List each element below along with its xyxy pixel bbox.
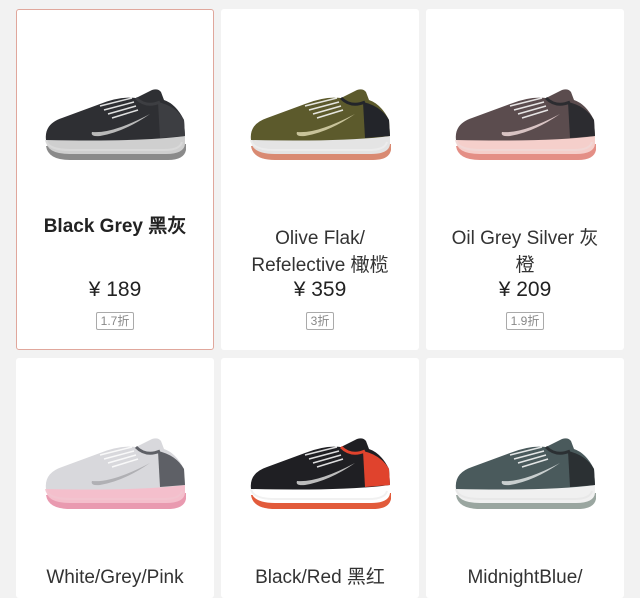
product-price: ¥ 189 [88, 278, 142, 301]
shoe-image [222, 429, 418, 539]
shoe-image [17, 80, 213, 190]
product-card-6[interactable]: MidnightBlue/ [426, 358, 624, 598]
shoe-icon [250, 89, 391, 160]
product-price: ¥ 209 [498, 278, 552, 301]
shoe-icon [455, 438, 596, 509]
discount-badge: 3折 [305, 312, 335, 330]
discount-badge: 1.7折 [95, 312, 135, 330]
product-name: MidnightBlue/ [467, 567, 583, 588]
product-name: Black Grey 黑灰 [43, 216, 187, 237]
product-card-5[interactable]: Black/Red 黑红 [221, 358, 419, 598]
shoe-image [427, 80, 623, 190]
product-price: ¥ 359 [293, 278, 347, 301]
product-card-2[interactable]: Olive Flak/ Refelective 橄榄 ¥ 359 3折 [221, 9, 419, 350]
shoe-icon [45, 438, 186, 509]
product-grid: Black Grey 黑灰 ¥ 189 1.7折 Olive Flak/ Ref… [0, 0, 640, 598]
product-card-3[interactable]: Oil Grey Silver 灰橙 ¥ 209 1.9折 [426, 9, 624, 350]
product-name: Olive Flak/ Refelective 橄榄 [251, 228, 389, 276]
shoe-image [17, 429, 213, 539]
product-name: Black/Red 黑红 [255, 567, 385, 588]
shoe-icon [45, 89, 186, 160]
product-name: Oil Grey Silver 灰橙 [451, 228, 599, 276]
shoe-icon [250, 438, 391, 509]
shoe-image [427, 429, 623, 539]
product-name: White/Grey/Pink [46, 567, 184, 588]
discount-badge: 1.9折 [505, 312, 545, 330]
shoe-image [222, 80, 418, 190]
product-card-4[interactable]: White/Grey/Pink [16, 358, 214, 598]
product-card-1[interactable]: Black Grey 黑灰 ¥ 189 1.7折 [16, 9, 214, 350]
shoe-icon [455, 89, 596, 160]
